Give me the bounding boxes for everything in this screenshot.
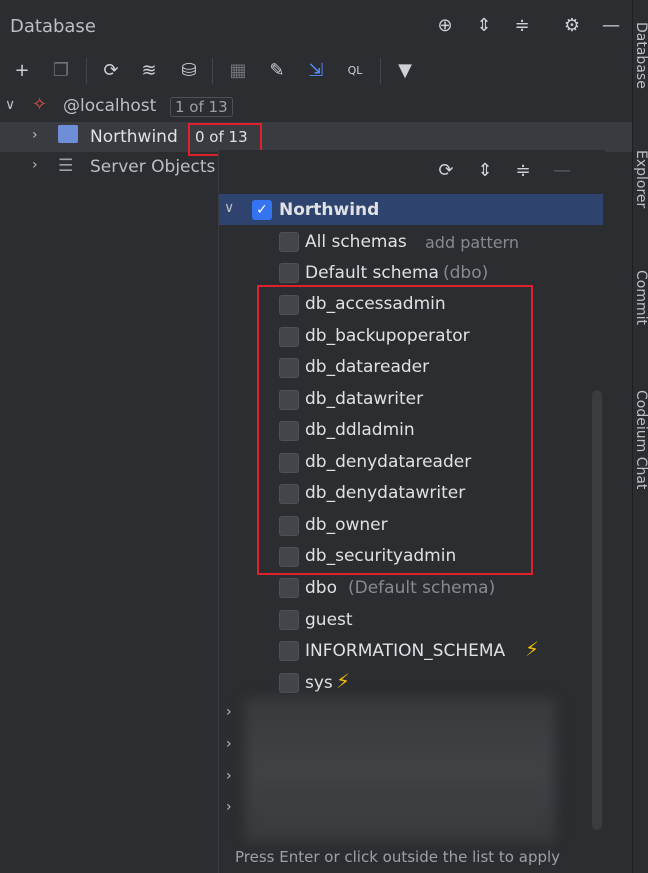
schema-checkbox[interactable]: [279, 389, 299, 410]
all-schemas-checkbox[interactable]: [279, 232, 299, 252]
northwind-label: Northwind: [90, 127, 178, 147]
toolbar-separator: [86, 58, 87, 84]
guest-checkbox[interactable]: [279, 610, 299, 630]
tab-database[interactable]: Database: [633, 22, 648, 89]
chevron-right-icon[interactable]: ›: [226, 799, 232, 815]
chevron-right-icon[interactable]: ›: [226, 768, 232, 784]
tool-window-header: Database: [0, 0, 632, 52]
right-tool-strip: Database Explorer Commit Codeium Chat: [632, 0, 648, 873]
dbo-checkbox[interactable]: [279, 578, 299, 598]
toolbar-separator: [212, 58, 213, 84]
northwind-badge: 0 of 13: [195, 128, 248, 146]
schema-checkbox[interactable]: [279, 547, 299, 567]
tab-commit[interactable]: Commit: [633, 270, 648, 325]
add-icon[interactable]: +: [9, 58, 35, 84]
database-icon: [58, 125, 78, 143]
localhost-label: @localhost: [63, 96, 157, 116]
server-objects-icon: ☰: [58, 156, 74, 176]
tool-window-title: Database: [10, 16, 96, 37]
schema-label: db_datareader: [305, 357, 430, 377]
schema-checkbox[interactable]: [279, 295, 299, 315]
northwind-checkbox[interactable]: ✓: [252, 200, 272, 220]
duplicate-icon[interactable]: ❐: [48, 58, 74, 84]
schema-label: db_ddladmin: [305, 420, 415, 440]
schema-checkbox[interactable]: [279, 326, 299, 347]
popup-row-northwind[interactable]: [219, 194, 603, 225]
crosshair-icon[interactable]: ⊕: [434, 15, 456, 37]
schema-label: db_datawriter: [305, 388, 424, 409]
minimize-icon[interactable]: —: [600, 15, 622, 37]
chevron-right-icon[interactable]: ›: [32, 127, 38, 143]
collapse-all-icon[interactable]: ≑: [512, 160, 534, 182]
query-console-icon[interactable]: QL: [342, 58, 368, 84]
popup-hint: Press Enter or click outside the list to…: [235, 848, 561, 866]
dbo-label: dbo: [305, 578, 337, 598]
data-source-properties-icon[interactable]: ≋: [136, 58, 162, 84]
schema-checkbox[interactable]: [279, 515, 299, 536]
add-pattern-link[interactable]: add pattern: [425, 233, 519, 252]
edit-icon[interactable]: ✎: [264, 58, 290, 84]
all-schemas-label: All schemas: [305, 232, 407, 252]
schema-label: db_owner: [305, 514, 388, 535]
refresh-icon[interactable]: ⟳: [435, 160, 457, 182]
expand-all-icon[interactable]: ⇕: [474, 160, 496, 182]
localhost-badge: 1 of 13: [170, 97, 233, 117]
redacted-region: [245, 697, 555, 842]
chevron-right-icon[interactable]: ›: [226, 704, 232, 720]
chevron-right-icon[interactable]: ›: [32, 157, 38, 173]
dbo-hint: (Default schema): [348, 578, 496, 598]
jump-to-source-icon[interactable]: ⇲: [303, 58, 329, 84]
schema-checkbox[interactable]: [279, 484, 299, 504]
default-schema-checkbox[interactable]: [279, 263, 299, 283]
expand-all-icon[interactable]: ⇕: [473, 15, 495, 37]
lightning-icon: ⚡: [525, 637, 540, 661]
chevron-right-icon[interactable]: ›: [226, 736, 232, 752]
schema-label: db_securityadmin: [305, 546, 457, 566]
table-icon[interactable]: ▦: [225, 58, 251, 84]
sys-checkbox[interactable]: [279, 673, 299, 693]
information-schema-checkbox[interactable]: [279, 641, 299, 661]
chevron-down-icon[interactable]: ∨: [224, 200, 234, 216]
server-objects-label: Server Objects: [90, 157, 216, 177]
schema-label: db_denydatareader: [305, 451, 472, 472]
sql-server-icon: ✧: [32, 94, 48, 115]
schema-label: db_denydatawriter: [305, 483, 466, 503]
chevron-down-icon[interactable]: ∨: [5, 97, 15, 113]
refresh-icon[interactable]: ⟳: [98, 58, 124, 84]
collapse-all-icon[interactable]: ≑: [511, 15, 533, 37]
schema-label: db_backupoperator: [305, 325, 470, 346]
default-schema-label: Default schema: [305, 263, 439, 283]
database-stop-icon[interactable]: ⛁: [176, 58, 202, 84]
schema-checkbox[interactable]: [279, 452, 299, 473]
default-schema-hint: (dbo): [443, 263, 489, 283]
gear-icon[interactable]: ⚙: [561, 15, 583, 37]
toolbar-separator: [380, 58, 381, 84]
sys-label: sys: [305, 673, 333, 693]
schema-label: db_accessadmin: [305, 294, 446, 314]
schema-checkbox[interactable]: [279, 421, 299, 441]
schema-checkbox[interactable]: [279, 358, 299, 378]
popup-root-label: Northwind: [279, 200, 380, 220]
popup-scrollbar[interactable]: [592, 390, 602, 830]
filter-icon[interactable]: ▼: [392, 58, 418, 84]
lightning-icon: ⚡: [336, 669, 351, 693]
guest-label: guest: [305, 610, 353, 630]
tab-codeium-chat[interactable]: Codeium Chat: [633, 390, 648, 489]
information-schema-label: INFORMATION_SCHEMA: [305, 641, 506, 661]
tab-explorer[interactable]: Explorer: [633, 150, 648, 208]
minus-icon[interactable]: —: [551, 160, 573, 182]
